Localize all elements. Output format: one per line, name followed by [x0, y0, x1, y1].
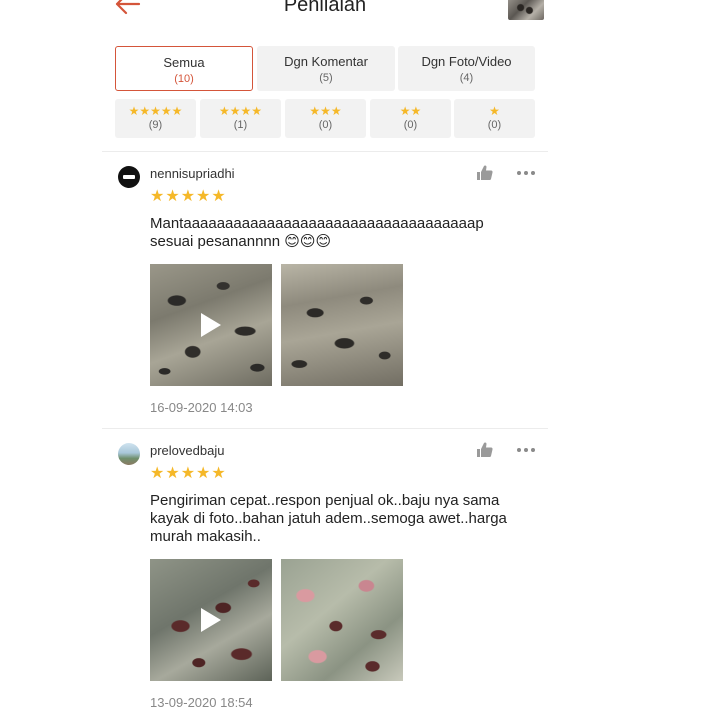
tab-with-comment[interactable]: Dgn Komentar (5): [257, 46, 395, 91]
divider: [102, 151, 548, 152]
divider: [102, 428, 548, 429]
review-video-thumbnail[interactable]: [150, 264, 272, 386]
star-icons: ★: [489, 104, 500, 118]
filter-count: (0): [487, 119, 502, 131]
review-photo-thumbnail[interactable]: [281, 264, 403, 386]
filter-5-stars[interactable]: ★★★★★ (9): [115, 99, 196, 138]
star-icons: ★★★★★: [128, 104, 183, 118]
tab-label: Semua: [163, 55, 205, 70]
review-video-thumbnail[interactable]: [150, 559, 272, 681]
avatar[interactable]: [118, 443, 140, 465]
header-bar: Penilaian: [0, 0, 719, 30]
filter-count: (0): [318, 119, 333, 131]
star-icons: ★★★★: [218, 104, 263, 118]
tab-label: Dgn Foto/Video: [421, 54, 512, 69]
filter-2-stars[interactable]: ★★ (0): [370, 99, 451, 138]
review-rating-stars: ★★★★★: [150, 188, 227, 205]
tab-count: (4): [459, 72, 474, 84]
tab-with-photo-video[interactable]: Dgn Foto/Video (4): [398, 46, 535, 91]
review-text: Mantaaaaaaaaaaaaaaaaaaaaaaaaaaaaaaaaaaap…: [150, 215, 484, 250]
review-item: nennisupriadhi ★★★★★ Mantaaaaaaaaaaaaaaa…: [102, 164, 548, 416]
tab-count: (10): [174, 73, 194, 85]
review-text: Pengiriman cepat..respon penjual ok..baj…: [150, 492, 507, 545]
tab-count: (5): [319, 72, 333, 84]
tab-label: Dgn Komentar: [284, 54, 368, 69]
review-photo-thumbnail[interactable]: [281, 559, 403, 681]
star-icons: ★★: [399, 104, 422, 118]
reviewer-username[interactable]: nennisupriadhi: [150, 166, 235, 181]
play-icon: [201, 608, 221, 632]
thumbs-up-icon[interactable]: [476, 441, 494, 459]
page-title: Penilaian: [283, 0, 367, 16]
filter-count: (1): [233, 119, 248, 131]
more-options-icon[interactable]: [515, 441, 537, 459]
avatar[interactable]: [118, 166, 140, 188]
star-icons: ★★★: [309, 104, 342, 118]
thumbs-up-icon[interactable]: [476, 164, 494, 182]
review-rating-stars: ★★★★★: [150, 465, 227, 482]
tab-all[interactable]: Semua (10): [115, 46, 253, 91]
reviewer-username[interactable]: prelovedbaju: [150, 443, 224, 458]
review-filter-tabs: Semua (10) Dgn Komentar (5) Dgn Foto/Vid…: [115, 46, 535, 91]
review-timestamp: 16-09-2020 14:03: [150, 400, 253, 415]
review-item: prelovedbaju ★★★★★ Pengiriman cepat..res…: [102, 441, 548, 719]
review-timestamp: 13-09-2020 18:54: [150, 695, 253, 710]
play-icon: [201, 313, 221, 337]
filter-3-stars[interactable]: ★★★ (0): [285, 99, 366, 138]
filter-count: (0): [403, 119, 418, 131]
filter-4-stars[interactable]: ★★★★ (1): [200, 99, 281, 138]
filter-count: (9): [148, 119, 163, 131]
more-options-icon[interactable]: [515, 164, 537, 182]
product-thumbnail[interactable]: [508, 0, 544, 20]
filter-1-star[interactable]: ★ (0): [454, 99, 535, 138]
star-rating-filters: ★★★★★ (9) ★★★★ (1) ★★★ (0) ★★ (0) ★ (0): [115, 99, 535, 138]
